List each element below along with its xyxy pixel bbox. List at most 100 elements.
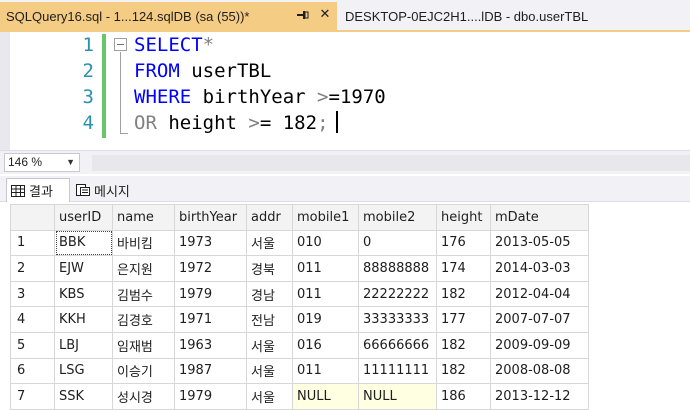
cell-addr[interactable]: 서울 (246, 383, 293, 410)
cell-addr[interactable]: 서울 (246, 229, 293, 257)
cell-mdate[interactable]: 2009-09-09 (490, 331, 589, 359)
table-row[interactable]: 2 EJW 은지원 1972 경북 011 88888888 174 2014-03-03 (10, 255, 589, 282)
table-row[interactable]: 4 KKH 김경호 1971 전남 019 33333333 177 2007-07-07 (10, 306, 589, 333)
close-icon[interactable]: ✕ (318, 7, 332, 23)
results-grid[interactable]: userID name birthYear addr mobile1 mobil… (10, 204, 589, 410)
table-row[interactable]: 5 LBJ 임재범 1963 서울 016 66666666 182 2009-09-09 (10, 331, 589, 359)
cell-name[interactable]: 이승기 (112, 357, 175, 385)
cell-birthyear[interactable]: 1979 (174, 383, 247, 410)
tab-messages-label: 메시지 (94, 184, 130, 200)
cell-addr[interactable]: 경북 (246, 255, 293, 282)
cell-mobile1[interactable]: NULL (292, 383, 359, 410)
cell-userid[interactable]: KKH (54, 306, 113, 333)
cell-mobile1[interactable]: 011 (292, 255, 359, 282)
column-header-name[interactable]: name (112, 204, 175, 231)
cell-userid[interactable]: LBJ (54, 331, 113, 359)
column-name: height (156, 112, 249, 134)
cell-mobile1[interactable]: 010 (292, 229, 359, 257)
query-editor[interactable]: 1 SELECT* 2 FROM userTBL 3 WHERE birthYe… (0, 32, 690, 150)
cell-mdate[interactable]: 2007-07-07 (490, 306, 589, 333)
cell-userid[interactable]: BBK (54, 229, 113, 257)
cell-addr[interactable]: 서울 (246, 357, 293, 385)
cell-birthyear[interactable]: 1973 (174, 229, 247, 257)
tab-results[interactable]: 결과 (6, 178, 70, 202)
grid-icon (11, 184, 25, 197)
row-number[interactable]: 2 (10, 255, 55, 282)
cell-birthyear[interactable]: 1987 (174, 357, 247, 385)
cell-mobile2[interactable]: 0 (358, 229, 437, 257)
cell-mobile2[interactable]: NULL (358, 383, 437, 410)
column-header-userid[interactable]: userID (54, 204, 113, 231)
cell-birthyear[interactable]: 1979 (174, 280, 247, 308)
cell-height[interactable]: 176 (436, 229, 491, 257)
cell-addr[interactable]: 전남 (246, 306, 293, 333)
cell-birthyear[interactable]: 1972 (174, 255, 247, 282)
code-line-4[interactable]: 4 OR height >= 182; (0, 110, 690, 136)
row-number[interactable]: 6 (10, 357, 55, 385)
cell-name[interactable]: 임재범 (112, 331, 175, 359)
column-header-mobile1[interactable]: mobile1 (292, 204, 359, 231)
condition-value: = 182 (259, 112, 318, 134)
code-line-1[interactable]: 1 SELECT* (0, 32, 690, 58)
code-line-3[interactable]: 3 WHERE birthYear >=1970 (0, 84, 690, 110)
row-number[interactable]: 1 (10, 229, 55, 257)
row-header-corner[interactable] (10, 204, 55, 231)
table-row[interactable]: 7 SSK 성시경 1979 서울 NULL NULL 186 2013-12-12 (10, 383, 589, 410)
pin-icon[interactable] (295, 8, 309, 22)
cell-userid[interactable]: LSG (54, 357, 113, 385)
cell-height[interactable]: 182 (436, 357, 491, 385)
cell-mobile2[interactable]: 33333333 (358, 306, 437, 333)
cell-userid[interactable]: EJW (54, 255, 113, 282)
cell-mobile1[interactable]: 011 (292, 357, 359, 385)
cell-height[interactable]: 177 (436, 306, 491, 333)
cell-height[interactable]: 182 (436, 280, 491, 308)
column-header-mobile2[interactable]: mobile2 (358, 204, 437, 231)
cell-userid[interactable]: KBS (54, 280, 113, 308)
cell-birthyear[interactable]: 1963 (174, 331, 247, 359)
column-header-mdate[interactable]: mDate (490, 204, 589, 231)
chevron-down-icon[interactable]: ▼ (66, 154, 75, 171)
cell-mdate[interactable]: 2014-03-03 (490, 255, 589, 282)
cell-mdate[interactable]: 2008-08-08 (490, 357, 589, 385)
tab-sqlquery16[interactable]: SQLQuery16.sql - 1...124.sqlDB (sa (55))… (0, 2, 337, 30)
cell-mobile1[interactable]: 019 (292, 306, 359, 333)
condition-value: =1970 (328, 86, 386, 108)
row-number[interactable]: 3 (10, 280, 55, 308)
cell-userid[interactable]: SSK (54, 383, 113, 410)
cell-mobile1[interactable]: 011 (292, 280, 359, 308)
row-number[interactable]: 5 (10, 331, 55, 359)
cell-mobile2[interactable]: 11111111 (358, 357, 437, 385)
cell-name[interactable]: 김범수 (112, 280, 175, 308)
cell-mobile1[interactable]: 016 (292, 331, 359, 359)
row-number[interactable]: 4 (10, 306, 55, 333)
cell-mdate[interactable]: 2013-05-05 (490, 229, 589, 257)
cell-name[interactable]: 바비킴 (112, 229, 175, 257)
table-row[interactable]: 6 LSG 이승기 1987 서울 011 11111111 182 2008-08-08 (10, 357, 589, 385)
cell-birthyear[interactable]: 1971 (174, 306, 247, 333)
cell-height[interactable]: 182 (436, 331, 491, 359)
column-header-height[interactable]: height (436, 204, 491, 231)
cell-mobile2[interactable]: 88888888 (358, 255, 437, 282)
cell-name[interactable]: 성시경 (112, 383, 175, 410)
horizontal-scrollbar[interactable] (92, 155, 690, 171)
tab-messages[interactable]: 메시지 (72, 178, 148, 202)
code-text: OR height >= 182; (134, 110, 329, 136)
cell-mobile2[interactable]: 66666666 (358, 331, 437, 359)
tab-usertbl[interactable]: DESKTOP-0EJC2H1....lDB - dbo.userTBL (338, 2, 690, 30)
cell-addr[interactable]: 서울 (246, 331, 293, 359)
cell-name[interactable]: 김경호 (112, 306, 175, 333)
column-header-birthyear[interactable]: birthYear (174, 204, 247, 231)
cell-name[interactable]: 은지원 (112, 255, 175, 282)
cell-mdate[interactable]: 2013-12-12 (490, 383, 589, 410)
cell-height[interactable]: 174 (436, 255, 491, 282)
cell-addr[interactable]: 경남 (246, 280, 293, 308)
column-header-addr[interactable]: addr (246, 204, 293, 231)
cell-mdate[interactable]: 2012-04-04 (490, 280, 589, 308)
code-line-2[interactable]: 2 FROM userTBL (0, 58, 690, 84)
zoom-dropdown[interactable]: 146 % ▼ (4, 153, 80, 172)
table-row[interactable]: 1 BBK 바비킴 1973 서울 010 0 176 2013-05-05 (10, 229, 589, 257)
cell-mobile2[interactable]: 22222222 (358, 280, 437, 308)
table-row[interactable]: 3 KBS 김범수 1979 경남 011 22222222 182 2012-04-04 (10, 280, 589, 308)
row-number[interactable]: 7 (10, 383, 55, 410)
cell-height[interactable]: 186 (436, 383, 491, 410)
